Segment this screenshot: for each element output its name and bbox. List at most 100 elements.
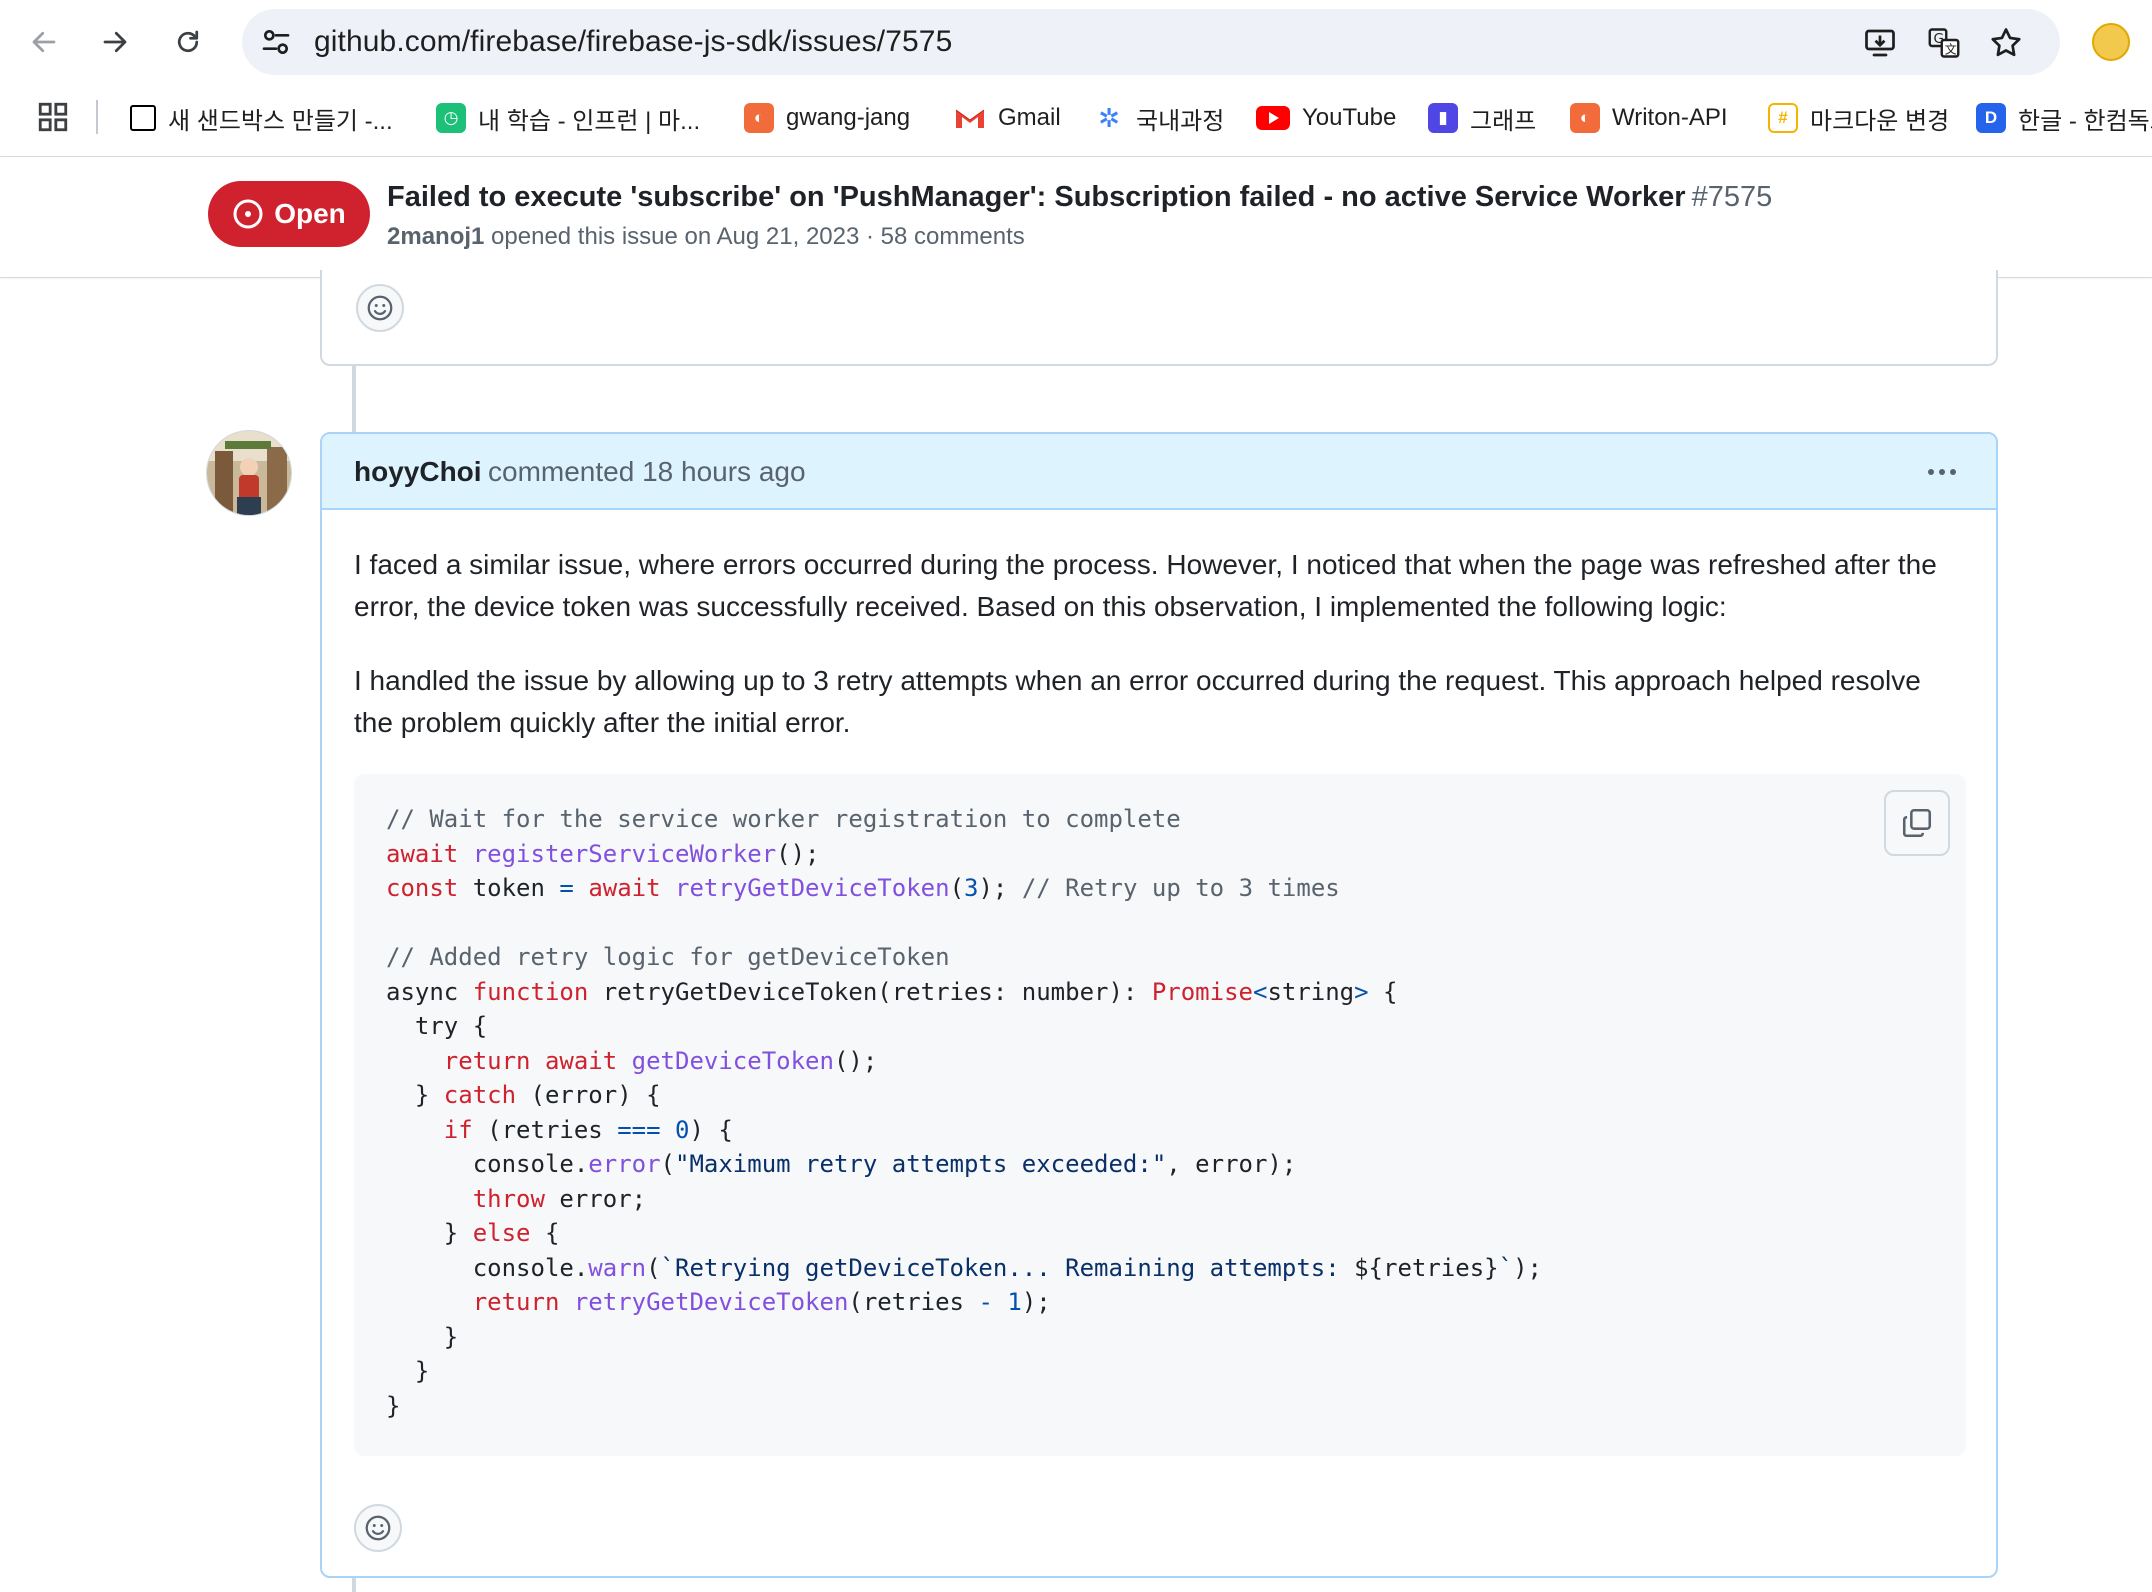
code-line: } else { xyxy=(386,1216,1542,1251)
issue-author-link[interactable]: 2manoj1 xyxy=(387,223,484,250)
bookmarks-separator xyxy=(96,100,98,134)
bookmark-item[interactable]: # 마크다운 변경 xyxy=(1768,96,1949,140)
back-button[interactable] xyxy=(24,22,64,62)
code-token: retryGetDeviceToken xyxy=(675,874,950,902)
comment-header: hoyyChoi commented 18 hours ago xyxy=(322,434,1996,510)
code-token: (error) { xyxy=(516,1081,661,1109)
reload-button[interactable] xyxy=(168,22,208,62)
code-token: ) { xyxy=(689,1115,733,1144)
bookmark-app-icon: ◐ xyxy=(744,103,774,133)
bookmark-item[interactable]: ◐ gwang-jang xyxy=(744,96,910,140)
bookmark-item[interactable]: ✲ 국내과정 xyxy=(1094,96,1224,140)
site-settings-icon[interactable] xyxy=(260,26,292,58)
bookmark-item[interactable]: D 한글 - 한컴독스 xyxy=(1976,96,2152,140)
bookmark-item[interactable]: ◷ 내 학습 - 인프런 | 마... xyxy=(436,96,700,140)
code-token: retryGetDeviceToken xyxy=(573,1288,849,1316)
arrow-right-icon xyxy=(103,31,127,53)
smiley-icon xyxy=(367,295,393,321)
code-token: } xyxy=(386,1357,430,1385)
code-token: Promise xyxy=(1151,977,1253,1006)
add-reaction-button[interactable] xyxy=(356,284,404,332)
code-token: await xyxy=(588,874,661,902)
avatar-image-icon xyxy=(207,431,291,515)
code-token: } xyxy=(386,1391,401,1420)
commenter-avatar[interactable] xyxy=(206,430,292,516)
code-line: if (retries === 0) { xyxy=(386,1113,1542,1148)
translate-icon[interactable]: G文 xyxy=(1926,25,1962,61)
code-token: } xyxy=(386,1322,459,1351)
code-token: ` xyxy=(1498,1253,1514,1282)
code-token: - xyxy=(978,1288,993,1316)
profile-avatar-icon[interactable] xyxy=(2092,23,2130,61)
code-token: await xyxy=(544,1046,618,1075)
code-token: else xyxy=(472,1219,531,1247)
code-token: ( xyxy=(660,1150,675,1178)
bookmark-item[interactable]: YouTube xyxy=(1256,96,1396,140)
code-line: async function retryGetDeviceToken(retri… xyxy=(386,975,1542,1010)
code-token: (retries xyxy=(472,1115,618,1144)
code-line: await registerServiceWorker(); xyxy=(386,837,1542,872)
code-token: console. xyxy=(386,1253,589,1282)
comment-options-button[interactable] xyxy=(1922,452,1962,492)
comment-timestamp[interactable]: commented 18 hours ago xyxy=(488,456,806,488)
code-line: try { xyxy=(386,1009,1542,1044)
code-token: async xyxy=(386,977,473,1006)
code-token: } xyxy=(386,1081,444,1109)
copy-code-button[interactable] xyxy=(1884,790,1950,856)
apps-grid-icon[interactable] xyxy=(36,100,70,134)
code-token: 0 xyxy=(675,1115,690,1144)
arrow-left-icon xyxy=(32,31,56,53)
code-token: ); xyxy=(978,874,1022,902)
code-line: console.warn(`Retrying getDeviceToken...… xyxy=(386,1251,1542,1286)
code-token: function xyxy=(472,977,589,1006)
code-content: // Wait for the service worker registrat… xyxy=(386,802,1542,1423)
kebab-dot-icon xyxy=(1950,469,1956,475)
star-icon[interactable] xyxy=(1988,25,2024,61)
code-line: // Added retry logic for getDeviceToken xyxy=(386,940,1542,975)
bookmark-item[interactable]: 새 샌드박스 만들기 -... xyxy=(130,96,393,140)
code-line: } xyxy=(386,1389,1542,1424)
bookmarks-bar: 새 샌드박스 만들기 -... ◷ 내 학습 - 인프런 | 마... ◐ gw… xyxy=(0,86,2152,157)
code-token: 1 xyxy=(1007,1288,1022,1316)
code-token: console. xyxy=(386,1150,589,1178)
code-token: retryGetDeviceToken(retries: number): xyxy=(588,977,1152,1006)
code-token: token xyxy=(458,874,560,902)
smiley-icon xyxy=(365,1515,391,1541)
bookmark-item[interactable]: ◐ Writon-API xyxy=(1570,96,1728,140)
code-token: { xyxy=(1368,977,1398,1006)
code-token: // Retry up to 3 times xyxy=(1021,874,1340,902)
address-bar[interactable]: github.com/firebase/firebase-js-sdk/issu… xyxy=(242,9,2060,75)
bookmark-item[interactable]: Gmail xyxy=(954,96,1061,140)
code-line: console.error("Maximum retry attempts ex… xyxy=(386,1147,1542,1182)
code-token: ( xyxy=(646,1253,661,1282)
code-line: return retryGetDeviceToken(retries - 1); xyxy=(386,1285,1542,1320)
issue-opened-icon xyxy=(233,199,263,229)
code-token: "Maximum retry attempts exceeded:" xyxy=(675,1150,1167,1178)
browser-toolbar: github.com/firebase/firebase-js-sdk/issu… xyxy=(0,0,2152,86)
code-token: = xyxy=(559,874,574,902)
forward-button[interactable] xyxy=(95,22,135,62)
code-token: registerServiceWorker xyxy=(472,839,777,868)
notion-icon xyxy=(130,105,156,131)
code-token: (); xyxy=(833,1046,878,1075)
comment-author-link[interactable]: hoyyChoi xyxy=(354,456,482,488)
url-text[interactable]: github.com/firebase/firebase-js-sdk/issu… xyxy=(314,25,952,59)
add-reaction-button[interactable] xyxy=(354,1504,402,1552)
pinwheel-icon: ✲ xyxy=(1098,102,1120,133)
code-line: return await getDeviceToken(); xyxy=(386,1044,1542,1079)
install-app-icon[interactable] xyxy=(1862,25,1898,61)
code-token: { xyxy=(530,1219,560,1247)
kebab-dot-icon xyxy=(1939,469,1945,475)
bookmark-item[interactable]: ▮ 그래프 xyxy=(1428,96,1536,140)
code-token: } xyxy=(386,1219,473,1247)
